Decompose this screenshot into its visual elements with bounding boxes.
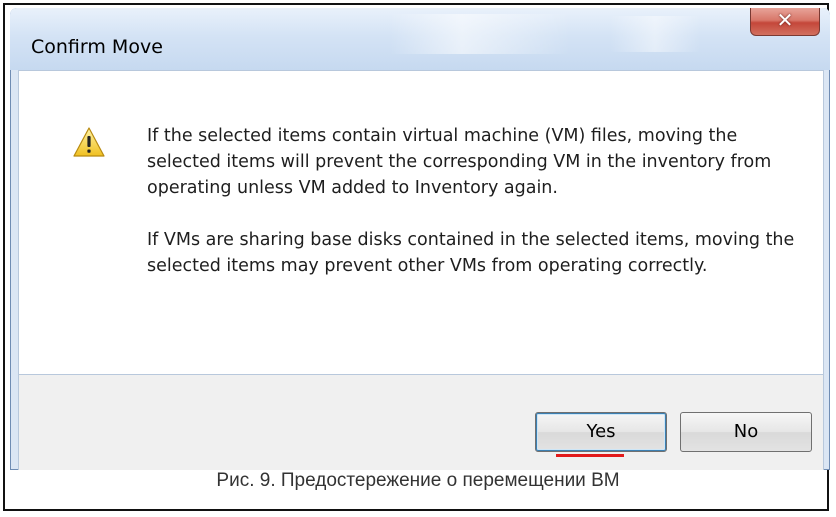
annotation-underline [556, 454, 624, 457]
figure-caption: Рис. 9. Предостережение о перемещении ВМ [216, 470, 620, 491]
yes-button[interactable]: Yes [535, 412, 667, 452]
titlebar-glass-highlight [390, 14, 570, 54]
message-area: If the selected items contain virtual ma… [18, 70, 824, 375]
message-paragraph-2: If VMs are sharing base disks contained … [147, 230, 795, 276]
close-button[interactable]: ✕ [750, 8, 820, 36]
warning-triangle-icon [73, 127, 105, 157]
titlebar-glass-highlight-2 [610, 16, 700, 52]
no-button[interactable]: No [680, 412, 812, 452]
confirm-move-dialog: Confirm Move ✕ If the selected items con… [10, 8, 830, 470]
dialog-title: Confirm Move [31, 36, 163, 58]
button-bar: Yes No [18, 375, 824, 470]
message-paragraph-1: If the selected items contain virtual ma… [147, 126, 772, 198]
close-icon: ✕ [776, 8, 794, 32]
message-text: If the selected items contain virtual ma… [147, 123, 797, 305]
title-bar[interactable]: Confirm Move ✕ [10, 8, 830, 70]
